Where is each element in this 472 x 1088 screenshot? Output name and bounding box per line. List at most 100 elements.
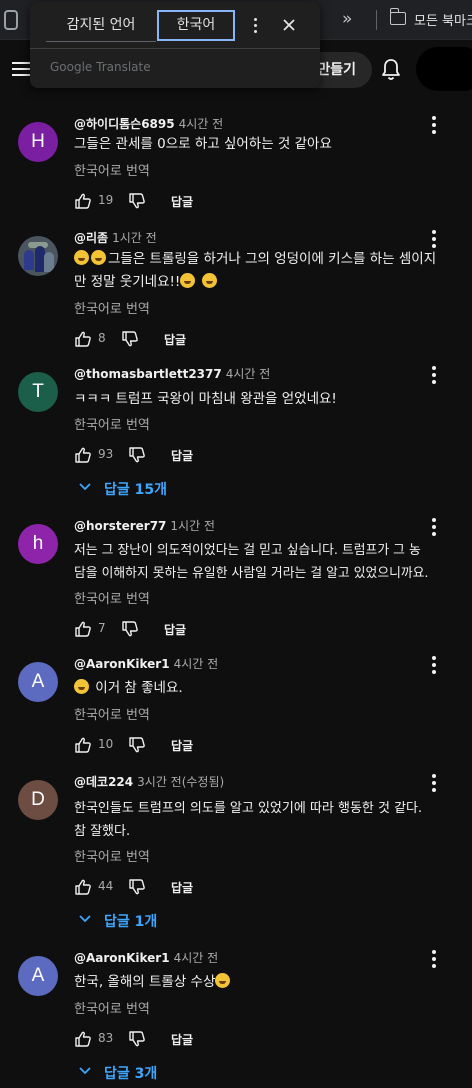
divider <box>30 48 320 49</box>
comment-author[interactable]: @horsterer77 <box>74 519 166 533</box>
like-count: 19 <box>98 193 114 207</box>
thumbs-down-icon[interactable] <box>128 446 146 464</box>
comment-menu-icon[interactable] <box>426 228 442 250</box>
close-icon[interactable] <box>279 15 299 35</box>
comment-text: 한국인들도 트럼프의 의도를 알고 있었기에 따라 행동한 것 같다. 참 잘했… <box>74 797 466 843</box>
translate-link[interactable]: 한국어로 번역 <box>74 160 150 179</box>
more-bookmarks-chevron-icon[interactable]: » <box>342 9 352 29</box>
thumbs-up-icon[interactable] <box>74 878 92 896</box>
translate-popup: 감지된 언어 한국어 Google Translate <box>30 2 320 88</box>
translate-link[interactable]: 한국어로 번역 <box>74 846 150 865</box>
comment-actions: 83 답글 <box>74 1030 224 1052</box>
comment-text-line: 참 잘했다. <box>74 824 131 839</box>
notifications-bell-icon[interactable] <box>379 57 403 83</box>
avatar[interactable] <box>18 236 58 276</box>
comment-actions: 44 답글 <box>74 878 224 900</box>
replies-count-label: 답글 1개 <box>104 914 158 930</box>
comment-menu-icon[interactable] <box>426 654 442 676</box>
comment-text-line: 이거 참 좋네요. <box>74 677 466 700</box>
comment-text: 그들은 관세를 0으로 하고 싶어하는 것 같아요 <box>74 133 466 156</box>
translate-link[interactable]: 한국어로 번역 <box>74 298 150 317</box>
comment-text-line: 저는 그 장난이 의도적이었다는 걸 믿고 싶습니다. 트럼프가 그 농 <box>74 543 421 558</box>
comment-header: @AaronKiker1 4시간 전 <box>74 655 218 672</box>
avatar[interactable]: D <box>18 780 58 820</box>
avatar[interactable]: A <box>18 662 58 702</box>
chevron-down-icon <box>79 1067 91 1075</box>
comment-author[interactable]: @thomasbartlett2377 <box>74 367 222 381</box>
account-avatar[interactable] <box>416 47 472 91</box>
reply-button[interactable]: 답글 <box>171 737 193 754</box>
thumbs-up-icon[interactable] <box>74 192 92 210</box>
reply-button[interactable]: 답글 <box>171 1031 193 1048</box>
comment-text-line: 담을 이해하지 못하는 유일한 사람일 거라는 걸 알고 있었으니까요. <box>74 566 429 581</box>
comment-author[interactable]: @리좀 <box>74 231 108 245</box>
comment-text: 그들은 트롤링을 하거나 그의 엉덩이에 키스를 하는 셈이지 만 정말 웃기네… <box>74 248 466 294</box>
comment-author[interactable]: @AaronKiker1 <box>74 951 170 965</box>
comment-menu-icon[interactable] <box>426 772 442 794</box>
reply-button[interactable]: 답글 <box>164 621 186 638</box>
like-count: 44 <box>98 879 114 893</box>
comment-time[interactable]: 3시간 전(수정됨) <box>137 775 224 789</box>
reply-button[interactable]: 답글 <box>171 193 193 210</box>
thumbs-down-icon[interactable] <box>121 330 139 348</box>
thumbs-up-icon[interactable] <box>74 1030 92 1048</box>
comment-text: 이거 참 좋네요. <box>74 677 466 700</box>
translate-link[interactable]: 한국어로 번역 <box>74 588 150 607</box>
comment-actions: 10 답글 <box>74 736 224 758</box>
thumbs-down-icon[interactable] <box>128 1030 146 1048</box>
thumbs-up-icon[interactable] <box>74 446 92 464</box>
comment-menu-icon[interactable] <box>426 364 442 386</box>
comment-time[interactable]: 1시간 전 <box>112 231 157 245</box>
laughing-emoji-icon <box>201 273 217 288</box>
comment-time[interactable]: 1시간 전 <box>170 519 215 533</box>
like-count: 10 <box>98 737 114 751</box>
comment-actions: 8 답글 <box>74 330 224 352</box>
avatar[interactable]: H <box>18 122 58 162</box>
comment-author[interactable]: @AaronKiker1 <box>74 657 170 671</box>
menu-icon[interactable] <box>12 60 32 76</box>
thumbs-up-icon[interactable] <box>74 620 92 638</box>
translate-link[interactable]: 한국어로 번역 <box>74 414 150 433</box>
avatar[interactable]: A <box>18 956 58 996</box>
reply-button[interactable]: 답글 <box>171 879 193 896</box>
comment-text-segment: 이거 참 좋네요. <box>95 680 183 696</box>
comment-text: 저는 그 장난이 의도적이었다는 걸 믿고 싶습니다. 트럼프가 그 농 담을 … <box>74 539 466 585</box>
comment-text-segment: 그들은 트롤링을 하거나 그의 엉덩이에 키스를 하는 셈이지 <box>108 251 437 267</box>
grinning-emoji-icon <box>215 973 231 988</box>
comment-header: @데코224 3시간 전(수정됨) <box>74 773 224 790</box>
comment-text: ㅋㅋㅋ 트럼프 국왕이 마침내 왕관을 얻었네요! <box>74 388 466 411</box>
like-count: 7 <box>98 621 106 635</box>
thumbs-down-icon[interactable] <box>128 878 146 896</box>
bookmark-separator <box>376 10 377 30</box>
comment-menu-icon[interactable] <box>426 948 442 970</box>
browser-tab-icon[interactable] <box>4 10 18 30</box>
comment-author[interactable]: @하이디톰슨6895 <box>74 117 175 131</box>
thumbs-down-icon[interactable] <box>121 620 139 638</box>
comment-text-segment: 한국, 올해의 트롤상 수상 <box>74 974 216 990</box>
laughing-emoji-icon <box>91 250 106 265</box>
comment-time[interactable]: 4시간 전 <box>179 117 224 131</box>
translate-link[interactable]: 한국어로 번역 <box>74 704 150 723</box>
comment-menu-icon[interactable] <box>426 516 442 538</box>
comment-header: @horsterer77 1시간 전 <box>74 517 215 534</box>
more-options-icon[interactable] <box>246 15 266 35</box>
comment-author[interactable]: @데코224 <box>74 775 133 789</box>
comment-header: @리좀 1시간 전 <box>74 229 157 246</box>
thumbs-down-icon[interactable] <box>128 736 146 754</box>
thumbs-up-icon[interactable] <box>74 330 92 348</box>
comment-time[interactable]: 4시간 전 <box>174 657 219 671</box>
avatar[interactable]: h <box>18 524 58 564</box>
avatar[interactable]: T <box>18 372 58 412</box>
reply-button[interactable]: 답글 <box>164 331 186 348</box>
tab-korean[interactable]: 한국어 <box>157 10 235 41</box>
laughing-emoji-icon <box>74 679 89 694</box>
comment-header: @하이디톰슨6895 4시간 전 <box>74 115 223 132</box>
comment-time[interactable]: 4시간 전 <box>226 367 271 381</box>
thumbs-up-icon[interactable] <box>74 736 92 754</box>
translate-link[interactable]: 한국어로 번역 <box>74 998 150 1017</box>
thumbs-down-icon[interactable] <box>128 192 146 210</box>
all-bookmarks-folder[interactable]: 모든 북마크 <box>414 10 472 29</box>
tab-detected-language[interactable]: 감지된 언어 <box>46 10 156 40</box>
comment-time[interactable]: 4시간 전 <box>174 951 219 965</box>
reply-button[interactable]: 답글 <box>171 447 193 464</box>
